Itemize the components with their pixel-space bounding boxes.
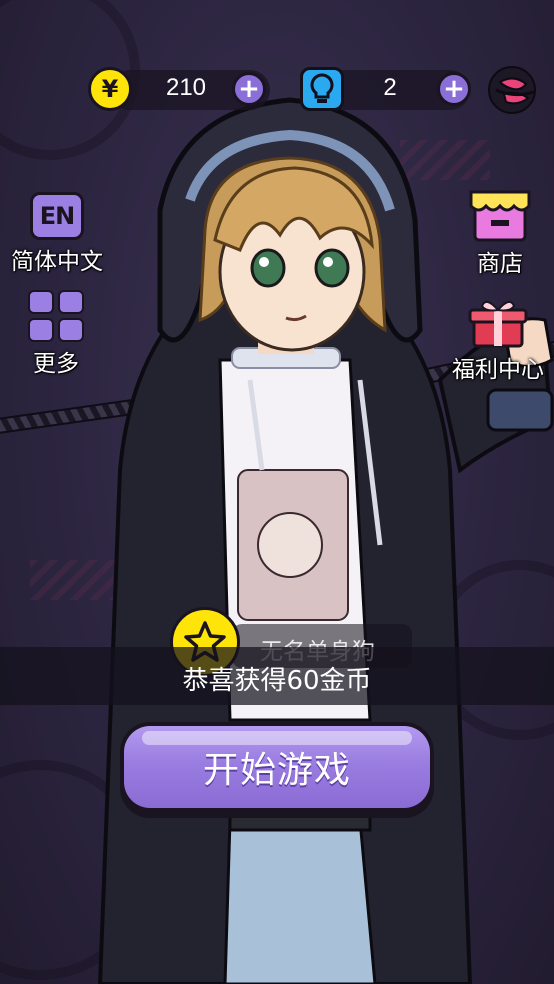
more-label: 更多 — [33, 351, 79, 377]
welfare-center-button[interactable]: 福利中心 — [442, 296, 554, 384]
start-game-label: 开始游戏 — [202, 750, 351, 791]
avatar-button[interactable] — [488, 66, 536, 114]
shop-label: 商店 — [477, 251, 523, 277]
more-button[interactable]: 更多 — [16, 290, 96, 378]
toast-message: 恭喜获得60金币 — [182, 666, 372, 696]
shop-button[interactable]: 商店 — [458, 186, 542, 278]
language-button[interactable]: EN 简体中文 — [4, 192, 110, 276]
plus-icon: + — [443, 74, 465, 104]
start-game-button-face: 开始游戏 — [124, 726, 430, 808]
grid-icon — [28, 290, 84, 342]
add-hints-button[interactable]: + — [437, 72, 471, 106]
language-label: 简体中文 — [11, 249, 103, 275]
background-scene — [0, 0, 554, 984]
start-game-button[interactable]: 开始游戏 — [120, 722, 434, 818]
coin-count: 210 — [165, 74, 207, 101]
coin-icon: ¥ — [88, 67, 132, 111]
lightbulb-glyph — [310, 73, 334, 103]
shop-icon — [467, 186, 533, 242]
plus-icon: + — [238, 74, 260, 104]
language-icon: EN — [30, 192, 84, 240]
hint-count: 2 — [383, 74, 397, 101]
add-coins-button[interactable]: + — [232, 72, 266, 106]
character-illustration — [97, 97, 554, 984]
welfare-center-label: 福利中心 — [452, 357, 544, 383]
gift-icon — [468, 296, 528, 348]
lightbulb-icon — [300, 67, 344, 111]
